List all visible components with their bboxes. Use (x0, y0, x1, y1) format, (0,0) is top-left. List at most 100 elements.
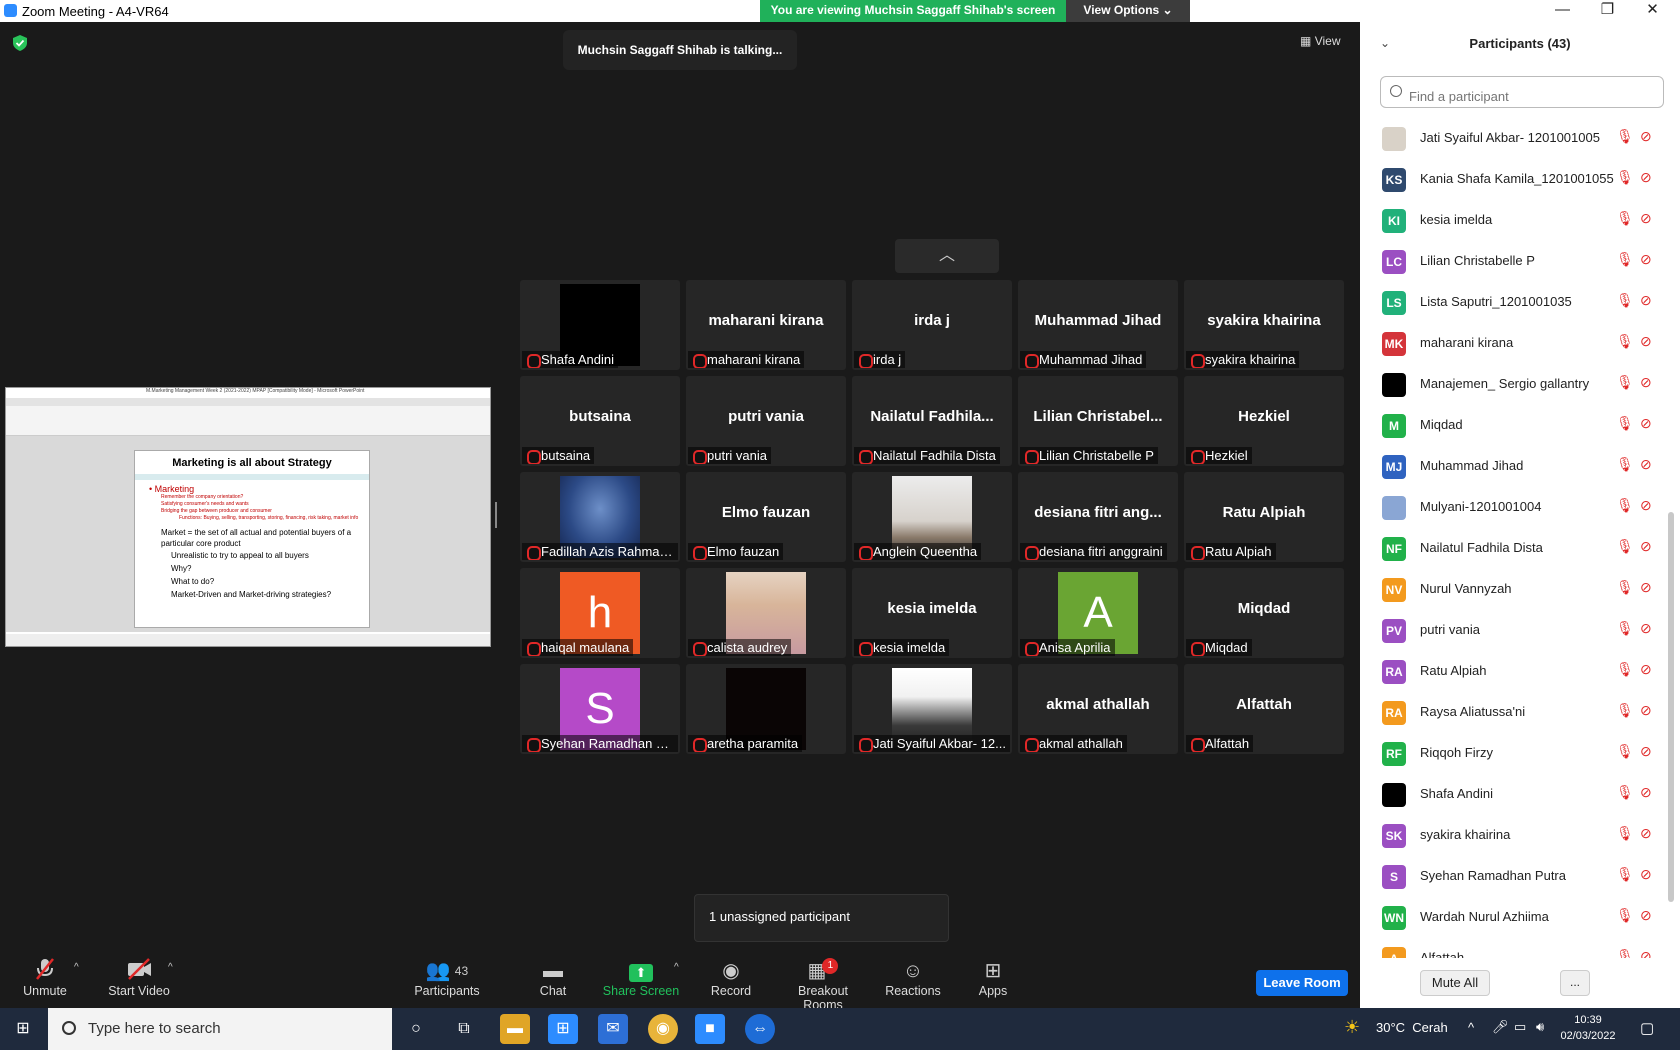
microsoft-store-icon[interactable]: ⊞ (548, 1014, 578, 1044)
cortana-icon[interactable]: ○ (401, 1014, 431, 1044)
participant-row[interactable]: LS Lista Saputri_1201001035 🎙︎ ⊘ (1360, 282, 1660, 323)
video-tile[interactable]: Lilian Christabel... Lilian Christabelle … (1018, 376, 1178, 466)
audio-options-caret[interactable]: ^ (74, 962, 79, 973)
mic-muted-icon[interactable]: 🎙︎ (1616, 743, 1634, 760)
share-options-caret[interactable]: ^ (674, 962, 679, 973)
maximize-button[interactable]: ❐ (1585, 0, 1630, 22)
video-off-icon[interactable]: ⊘ (1640, 415, 1652, 432)
video-tile[interactable]: S Syehan Ramadhan Pu... (520, 664, 680, 754)
video-off-icon[interactable]: ⊘ (1640, 948, 1652, 958)
video-tile[interactable]: desiana fitri ang... desiana fitri anggra… (1018, 472, 1178, 562)
video-tile[interactable]: Nailatul Fadhila... Nailatul Fadhila Dist… (852, 376, 1012, 466)
video-tile[interactable]: Miqdad Miqdad (1184, 568, 1344, 658)
video-tile[interactable]: calista audrey (686, 568, 846, 658)
share-screen-button[interactable]: ⬆ Share Screen (596, 958, 686, 998)
participant-row[interactable]: Manajemen_ Sergio gallantry 🎙︎ ⊘ (1360, 364, 1660, 405)
video-tile[interactable]: aretha paramita (686, 664, 846, 754)
video-off-icon[interactable]: ⊘ (1640, 497, 1652, 514)
video-tile[interactable]: Shafa Andini (520, 280, 680, 370)
clock[interactable]: 10:39 02/03/2022 (1548, 1012, 1628, 1044)
mic-muted-icon[interactable]: 🎙︎ (1616, 907, 1634, 924)
leave-room-button[interactable]: Leave Room (1256, 970, 1348, 996)
network-icon[interactable]: ▭ (1514, 1019, 1526, 1035)
video-off-icon[interactable]: ⊘ (1640, 866, 1652, 883)
video-tile[interactable]: syakira khairina syakira khairina (1184, 280, 1344, 370)
video-off-icon[interactable]: ⊘ (1640, 210, 1652, 227)
video-tile[interactable]: putri vania putri vania (686, 376, 846, 466)
participant-row[interactable]: Jati Syaiful Akbar- 1201001005 🎙︎ ⊘ (1360, 118, 1660, 159)
participant-row[interactable]: A Alfattah 🎙︎ ⊘ (1360, 938, 1660, 958)
video-off-icon[interactable]: ⊘ (1640, 169, 1652, 186)
chat-button[interactable]: ▬ Chat (508, 958, 598, 998)
video-tile[interactable]: Jati Syaiful Akbar- 12... (852, 664, 1012, 754)
teamviewer-icon[interactable]: ⇔ (745, 1014, 775, 1044)
mic-muted-icon[interactable]: 🎙︎ (1616, 292, 1634, 309)
mic-muted-icon[interactable]: 🎙︎ (1616, 251, 1634, 268)
notifications-icon[interactable]: ▢ (1640, 1019, 1654, 1037)
participant-list-scrollbar[interactable] (1668, 512, 1674, 902)
participants-button[interactable]: 👥 43 Participants (402, 958, 492, 998)
participant-row[interactable]: Shafa Andini 🎙︎ ⊘ (1360, 774, 1660, 815)
microphone-icon[interactable]: 🎤︎ (1492, 1019, 1509, 1035)
video-tile[interactable]: Anglein Queentha (852, 472, 1012, 562)
participant-row[interactable]: RA Raysa Aliatussa'ni 🎙︎ ⊘ (1360, 692, 1660, 733)
mic-muted-icon[interactable]: 🎙︎ (1616, 866, 1634, 883)
video-off-icon[interactable]: ⊘ (1640, 579, 1652, 596)
video-tile[interactable]: Ratu Alpiah Ratu Alpiah (1184, 472, 1344, 562)
mic-muted-icon[interactable]: 🎙︎ (1616, 825, 1634, 842)
tray-chevron-up-icon[interactable]: ^ (1468, 1020, 1474, 1035)
video-off-icon[interactable]: ⊘ (1640, 784, 1652, 801)
mic-muted-icon[interactable]: 🎙︎ (1616, 661, 1634, 678)
video-tile[interactable]: butsaina butsaina (520, 376, 680, 466)
mic-muted-icon[interactable]: 🎙︎ (1616, 210, 1634, 227)
video-off-icon[interactable]: ⊘ (1640, 456, 1652, 473)
breakout-rooms-button[interactable]: ▦1 Breakout Rooms (778, 958, 868, 1012)
participant-row[interactable]: KI kesia imelda 🎙︎ ⊘ (1360, 200, 1660, 241)
file-explorer-icon[interactable]: ▬ (500, 1014, 530, 1044)
participant-row[interactable]: KS Kania Shafa Kamila_1201001055 🎙︎ ⊘ (1360, 159, 1660, 200)
video-off-icon[interactable]: ⊘ (1640, 620, 1652, 637)
participant-row[interactable]: LC Lilian Christabelle P 🎙︎ ⊘ (1360, 241, 1660, 282)
mic-muted-icon[interactable]: 🎙︎ (1616, 538, 1634, 555)
participant-row[interactable]: SK syakira khairina 🎙︎ ⊘ (1360, 815, 1660, 856)
mute-all-button[interactable]: Mute All (1420, 970, 1490, 996)
participant-row[interactable]: NV Nurul Vannyzah 🎙︎ ⊘ (1360, 569, 1660, 610)
video-tile[interactable]: Fadillah Azis Rahman ... (520, 472, 680, 562)
mic-muted-icon[interactable]: 🎙︎ (1616, 374, 1634, 391)
task-view-icon[interactable]: ⧉ (449, 1014, 479, 1044)
mic-muted-icon[interactable]: 🎙︎ (1616, 702, 1634, 719)
mic-muted-icon[interactable]: 🎙︎ (1616, 128, 1634, 145)
mic-muted-icon[interactable]: 🎙︎ (1616, 415, 1634, 432)
view-layout-button[interactable]: ▦ View (1300, 34, 1340, 48)
mic-muted-icon[interactable]: 🎙︎ (1616, 784, 1634, 801)
record-button[interactable]: ◉ Record (686, 958, 776, 998)
video-tile[interactable]: A Anisa Aprilia (1018, 568, 1178, 658)
video-off-icon[interactable]: ⊘ (1640, 743, 1652, 760)
video-off-icon[interactable]: ⊘ (1640, 292, 1652, 309)
video-off-icon[interactable]: ⊘ (1640, 251, 1652, 268)
mic-muted-icon[interactable]: 🎙︎ (1616, 497, 1634, 514)
mic-muted-icon[interactable]: 🎙︎ (1616, 169, 1634, 186)
video-off-icon[interactable]: ⊘ (1640, 661, 1652, 678)
participant-row[interactable]: RF Riqqoh Firzy 🎙︎ ⊘ (1360, 733, 1660, 774)
mic-muted-icon[interactable]: 🎙︎ (1616, 333, 1634, 350)
find-participant-input[interactable] (1380, 76, 1664, 108)
video-off-icon[interactable]: ⊘ (1640, 825, 1652, 842)
video-off-icon[interactable]: ⊘ (1640, 702, 1652, 719)
video-off-icon[interactable]: ⊘ (1640, 374, 1652, 391)
close-button[interactable]: ✕ (1630, 0, 1675, 22)
shared-screen[interactable]: M.Marketing Management Week 2 (2021-2022… (5, 387, 491, 647)
video-off-icon[interactable]: ⊘ (1640, 128, 1652, 145)
zoom-app-icon[interactable]: ■ (695, 1014, 725, 1044)
participant-row[interactable]: MK maharani kirana 🎙︎ ⊘ (1360, 323, 1660, 364)
video-tile[interactable]: Hezkiel Hezkiel (1184, 376, 1344, 466)
participant-row[interactable]: S Syehan Ramadhan Putra 🎙︎ ⊘ (1360, 856, 1660, 897)
video-tile[interactable]: kesia imelda kesia imelda (852, 568, 1012, 658)
windows-start-icon[interactable]: ⊞ (0, 1008, 46, 1050)
weather-text[interactable]: 30°C Cerah (1376, 1020, 1448, 1035)
participant-row[interactable]: RA Ratu Alpiah 🎙︎ ⊘ (1360, 651, 1660, 692)
mic-muted-icon[interactable]: 🎙︎ (1616, 579, 1634, 596)
participant-row[interactable]: M Miqdad 🎙︎ ⊘ (1360, 405, 1660, 446)
participant-row[interactable]: PV putri vania 🎙︎ ⊘ (1360, 610, 1660, 651)
mic-muted-icon[interactable]: 🎙︎ (1616, 620, 1634, 637)
